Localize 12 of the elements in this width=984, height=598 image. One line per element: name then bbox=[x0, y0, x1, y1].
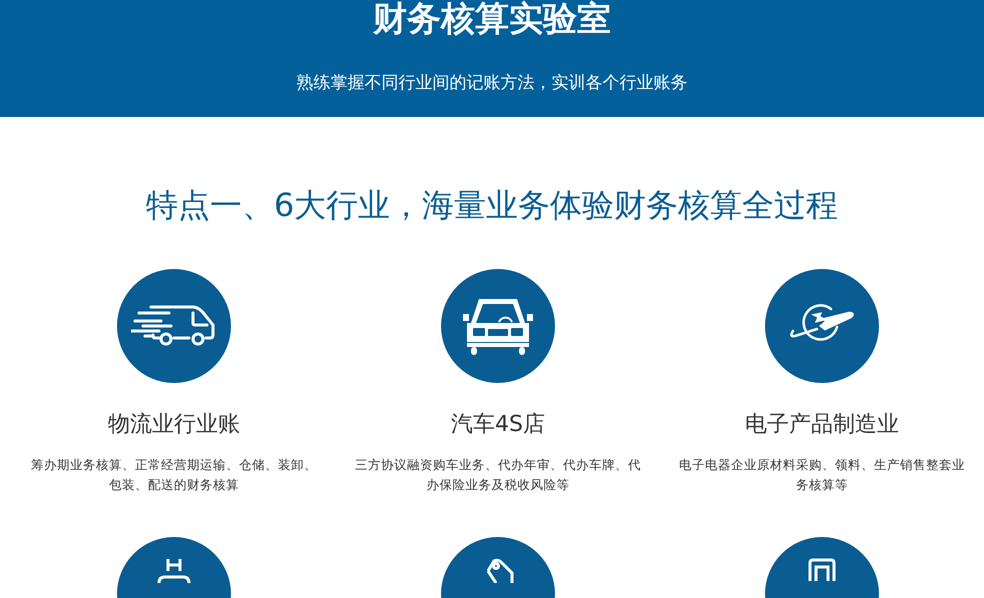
feature-title: 物流业行业账 bbox=[108, 411, 240, 439]
car-icon bbox=[463, 297, 533, 355]
feature-description: 电子电器企业原材料采购、领料、生产销售整套业务核算等 bbox=[678, 456, 966, 494]
page-title: 财务核算实验室 bbox=[373, 0, 611, 38]
feature-description: 三方协议融资购车业务、代办年审、代办车牌、代办保险业务及税收风险等 bbox=[354, 456, 642, 494]
feature-description: 筹办期业务核算、正常经营期运输、仓储、装卸、包装、配送的财务核算 bbox=[30, 456, 318, 494]
section-heading: 特点一、6大行业，海量业务体验财务核算全过程 bbox=[144, 185, 840, 225]
printer-icon bbox=[807, 557, 837, 581]
page-subtitle: 熟练掌握不同行业间的记账方法，实训各个行业账务 bbox=[296, 73, 688, 93]
hospital-icon bbox=[157, 557, 191, 583]
feature-title: 汽车4S店 bbox=[451, 411, 545, 439]
feature-title: 电子产品制造业 bbox=[745, 411, 899, 439]
